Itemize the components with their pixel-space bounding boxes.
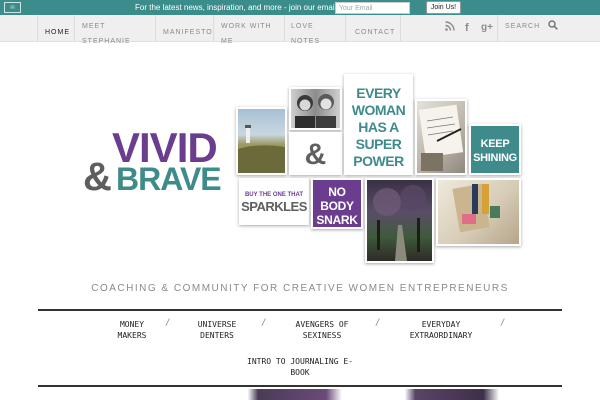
nav-divider [37,15,38,42]
search-icon[interactable] [548,20,558,35]
tote-bag-photo [436,178,521,246]
nav-universe-denters-line-1: UNIVERSE [197,320,237,329]
email-input[interactable]: Your Email [335,2,410,14]
logo-brave: BRAVE [116,161,222,197]
nav-everyday-line-1: EVERYDAY [421,320,461,329]
nav-everyday-line-2: EXTRAORDINARY [409,331,473,340]
nav-universe-denters[interactable]: UNIVERSE DENTERS [184,319,250,341]
every-woman-tile: EVERY WOMAN HAS A SUPER POWER [344,74,413,175]
landscape-photo [236,107,287,175]
ampersand-text: & [304,138,327,171]
ampersand-tile: & [289,132,342,175]
nav-journaling-line-1: INTRO TO JOURNALING E- [247,357,353,366]
nav-avengers-of-sexiness[interactable]: AVENGERS OF SEXINESS [282,319,362,341]
nav-separator: / [261,318,267,328]
sparkles-line-2: SPARKLES [241,199,307,214]
rss-icon[interactable] [445,21,455,35]
every-woman-text: EVERY WOMAN HAS A SUPER POWER [351,85,406,169]
keep-shining-tile: KEEP SHINING [469,124,521,175]
join-button[interactable]: Join Us! [426,1,461,14]
bottom-rule [38,385,562,387]
sparkles-line-1: BUY THE ONE THAT [244,192,304,198]
nav-avengers-line-2: SEXINESS [302,331,342,340]
email-signup-banner: ✉ For the latest news, inspiration, and … [0,0,600,15]
nav-money-makers-line-2: MAKERS [117,331,147,340]
forest-path-photo [365,178,434,263]
nav-divider [400,15,401,42]
nav-journaling-line-2: BOOK [290,368,310,377]
nav-divider [74,15,75,42]
top-rule [38,309,562,311]
nav-divider [497,15,498,42]
logo-ampersand: & [83,155,112,199]
nav-home[interactable]: HOME [45,25,70,40]
nav-divider [284,15,285,42]
nav-separator: / [500,318,506,328]
nav-meet-stephanie[interactable]: MEET STEPHANIE [82,19,152,49]
no-body-snark-text: NO BODY SNARK [316,185,358,227]
portrait-photo [289,87,342,130]
nav-everyday-extraordinary[interactable]: EVERYDAY EXTRAORDINARY [400,319,482,341]
nav-separator: / [165,318,171,328]
google-plus-icon[interactable]: g+ [481,21,493,35]
nav-universe-denters-line-2: DENTERS [200,331,234,340]
nav-contact[interactable]: CONTACT [355,25,395,40]
keep-shining-text: KEEP SHINING [473,138,517,164]
content-preview-strip [38,389,562,400]
nav-money-makers[interactable]: MONEY MAKERS [100,319,164,341]
sparkles-tile: BUY THE ONE THAT SPARKLES [239,178,309,225]
nav-separator: / [375,318,381,328]
site-tagline: COACHING & COMMUNITY FOR CREATIVE WOMEN … [91,283,509,294]
main-nav: HOME MEET STEPHANIE MANIFESTO WORK WITH … [0,15,600,45]
nav-divider [345,15,346,42]
nav-intro-to-journaling[interactable]: INTRO TO JOURNALING E- BOOK [236,356,364,378]
site-icon[interactable]: ✉ [4,2,21,13]
nav-manifesto[interactable]: MANIFESTO [163,25,213,40]
nav-money-makers-line-1: MONEY [119,320,145,329]
nav-divider [155,15,156,42]
banner-message: For the latest news, inspiration, and mo… [135,3,351,12]
facebook-icon[interactable]: f [465,21,469,35]
nav-avengers-line-1: AVENGERS OF [295,320,349,329]
no-body-snark-tile: NO BODY SNARK [311,178,363,229]
nav-love-notes[interactable]: LOVE NOTES [291,19,331,49]
search-input[interactable]: SEARCH [505,19,540,34]
nav-work-with-me[interactable]: WORK WITH ME [221,19,281,49]
notebook-photo [415,99,467,175]
nav-divider [213,15,214,42]
